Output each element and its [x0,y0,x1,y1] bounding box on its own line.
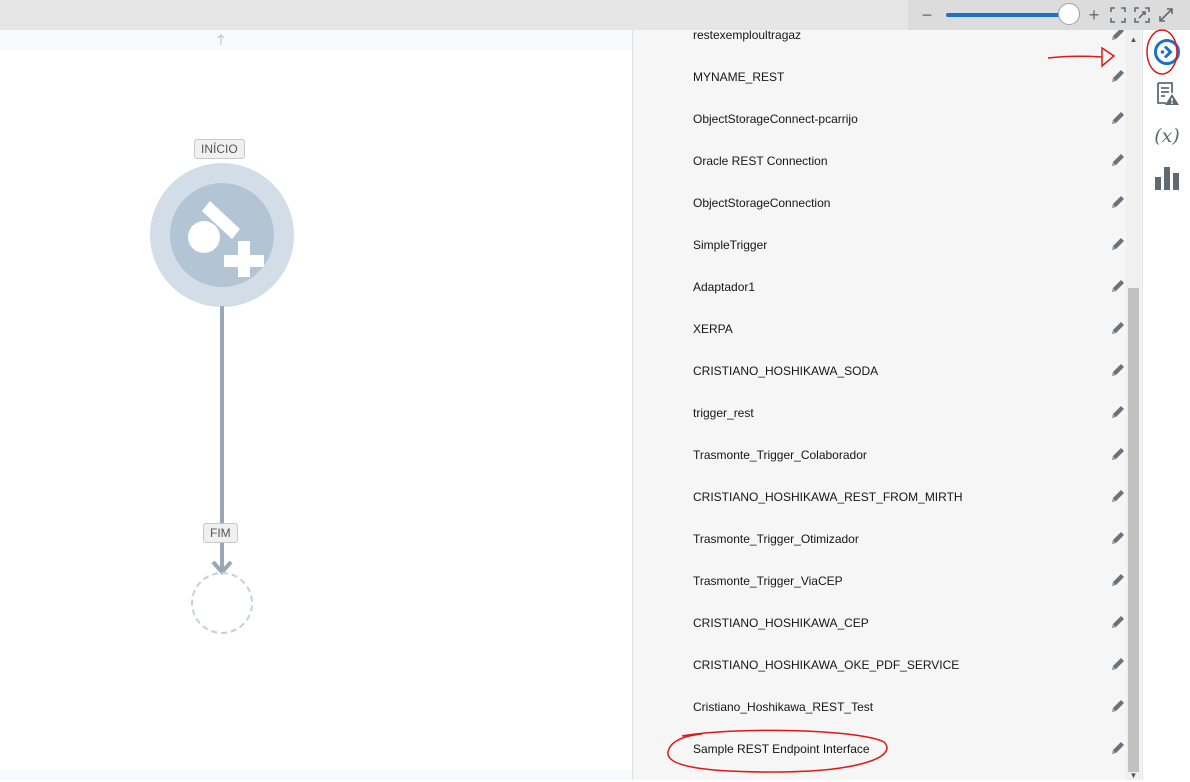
connection-name: CRISTIANO_HOSHIKAWA_OKE_PDF_SERVICE [693,658,960,672]
connection-row[interactable]: MYNAME_REST [633,56,1125,98]
connection-name: CRISTIANO_HOSHIKAWA_CEP [693,616,869,630]
end-node-label: FIM [203,523,238,543]
connection-name: XERPA [693,322,733,336]
connection-row[interactable]: Oracle REST Connection [633,140,1125,182]
connection-row[interactable]: CRISTIANO_HOSHIKAWA_OKE_PDF_SERVICE [633,644,1125,686]
connection-row[interactable]: restexemploultragaz [633,30,1125,56]
right-side-rail: (x) [1142,30,1190,780]
scrollbar-thumb[interactable] [1128,288,1139,772]
connection-row[interactable]: Trasmonte_Trigger_Otimizador [633,518,1125,560]
connection-row[interactable]: CRISTIANO_HOSHIKAWA_REST_FROM_MIRTH [633,476,1125,518]
connection-row[interactable]: Trasmonte_Trigger_ViaCEP [633,560,1125,602]
add-trigger-icon [188,201,264,277]
errors-warnings-icon[interactable] [1149,76,1185,112]
canvas-top-strip [0,30,632,50]
connection-name: Adaptador1 [693,280,756,294]
end-node-placeholder[interactable] [191,572,253,634]
canvas-marker-icon [217,34,225,45]
connection-name: trigger_rest [693,406,754,420]
start-node-label: INÍCIO [194,139,245,159]
connection-name: ObjectStorageConnect-pcarrijo [693,112,858,126]
integration-canvas[interactable] [0,30,632,780]
arrow-down-icon [211,547,233,575]
zoom-slider-handle[interactable] [1057,3,1080,25]
connection-row[interactable]: Trasmonte_Trigger_Colaborador [633,434,1125,476]
connection-name: MYNAME_REST [693,70,785,84]
fit-icon[interactable] [1107,4,1129,26]
analytics-icon[interactable] [1149,160,1185,196]
connection-name: ObjectStorageConnection [693,196,831,210]
connections-panel: restexemploultragaz MYNAME_REST ObjectStor… [632,30,1142,780]
canvas-bottom-strip [0,770,632,780]
variables-icon[interactable]: (x) [1149,118,1185,154]
connection-row[interactable]: Adaptador1 [633,266,1125,308]
flow-connector [220,306,224,552]
connection-name: Sample REST Endpoint Interface [693,742,870,756]
connection-name: CRISTIANO_HOSHIKAWA_SODA [693,364,879,378]
connection-row[interactable]: Sample REST Endpoint Interface [633,728,1125,770]
top-toolbar: − + [0,0,1190,30]
connection-name: Trasmonte_Trigger_ViaCEP [693,574,843,588]
connection-name: Oracle REST Connection [693,154,828,168]
start-trigger-node[interactable] [150,163,294,307]
connection-row[interactable]: SimpleTrigger [633,224,1125,266]
zoom-slider-fill [946,13,1069,17]
connection-row[interactable]: ObjectStorageConnect-pcarrijo [633,98,1125,140]
zoom-in-symbol: + [1088,5,1100,25]
connection-row[interactable]: trigger_rest [633,392,1125,434]
connection-name: CRISTIANO_HOSHIKAWA_REST_FROM_MIRTH [693,490,963,504]
scroll-up-icon[interactable]: ▲ [1126,32,1141,46]
connection-row[interactable]: CRISTIANO_HOSHIKAWA_SODA [633,350,1125,392]
connection-name: Cristiano_Hoshikawa_REST_Test [693,700,874,714]
connection-name: restexemploultragaz [693,30,802,42]
connection-name: Trasmonte_Trigger_Colaborador [693,448,867,462]
expand-icon[interactable] [1155,4,1177,26]
minus-icon[interactable]: − [916,4,938,26]
connection-name: SimpleTrigger [693,238,768,252]
plus-icon[interactable]: + [1083,4,1105,26]
reset-zoom-icon[interactable] [1131,4,1153,26]
zoom-slider[interactable] [946,13,1070,17]
panel-scrollbar[interactable]: ▲ ▼ [1126,30,1141,780]
connection-row[interactable]: Cristiano_Hoshikawa_REST_Test [633,686,1125,728]
connection-row[interactable]: CRISTIANO_HOSHIKAWA_CEP [633,602,1125,644]
zoom-out-symbol: − [921,5,933,25]
connection-row[interactable]: XERPA [633,308,1125,350]
connection-row[interactable]: ObjectStorageConnection [633,182,1125,224]
connection-name: Trasmonte_Trigger_Otimizador [693,532,859,546]
triggers-icon[interactable] [1149,34,1185,70]
